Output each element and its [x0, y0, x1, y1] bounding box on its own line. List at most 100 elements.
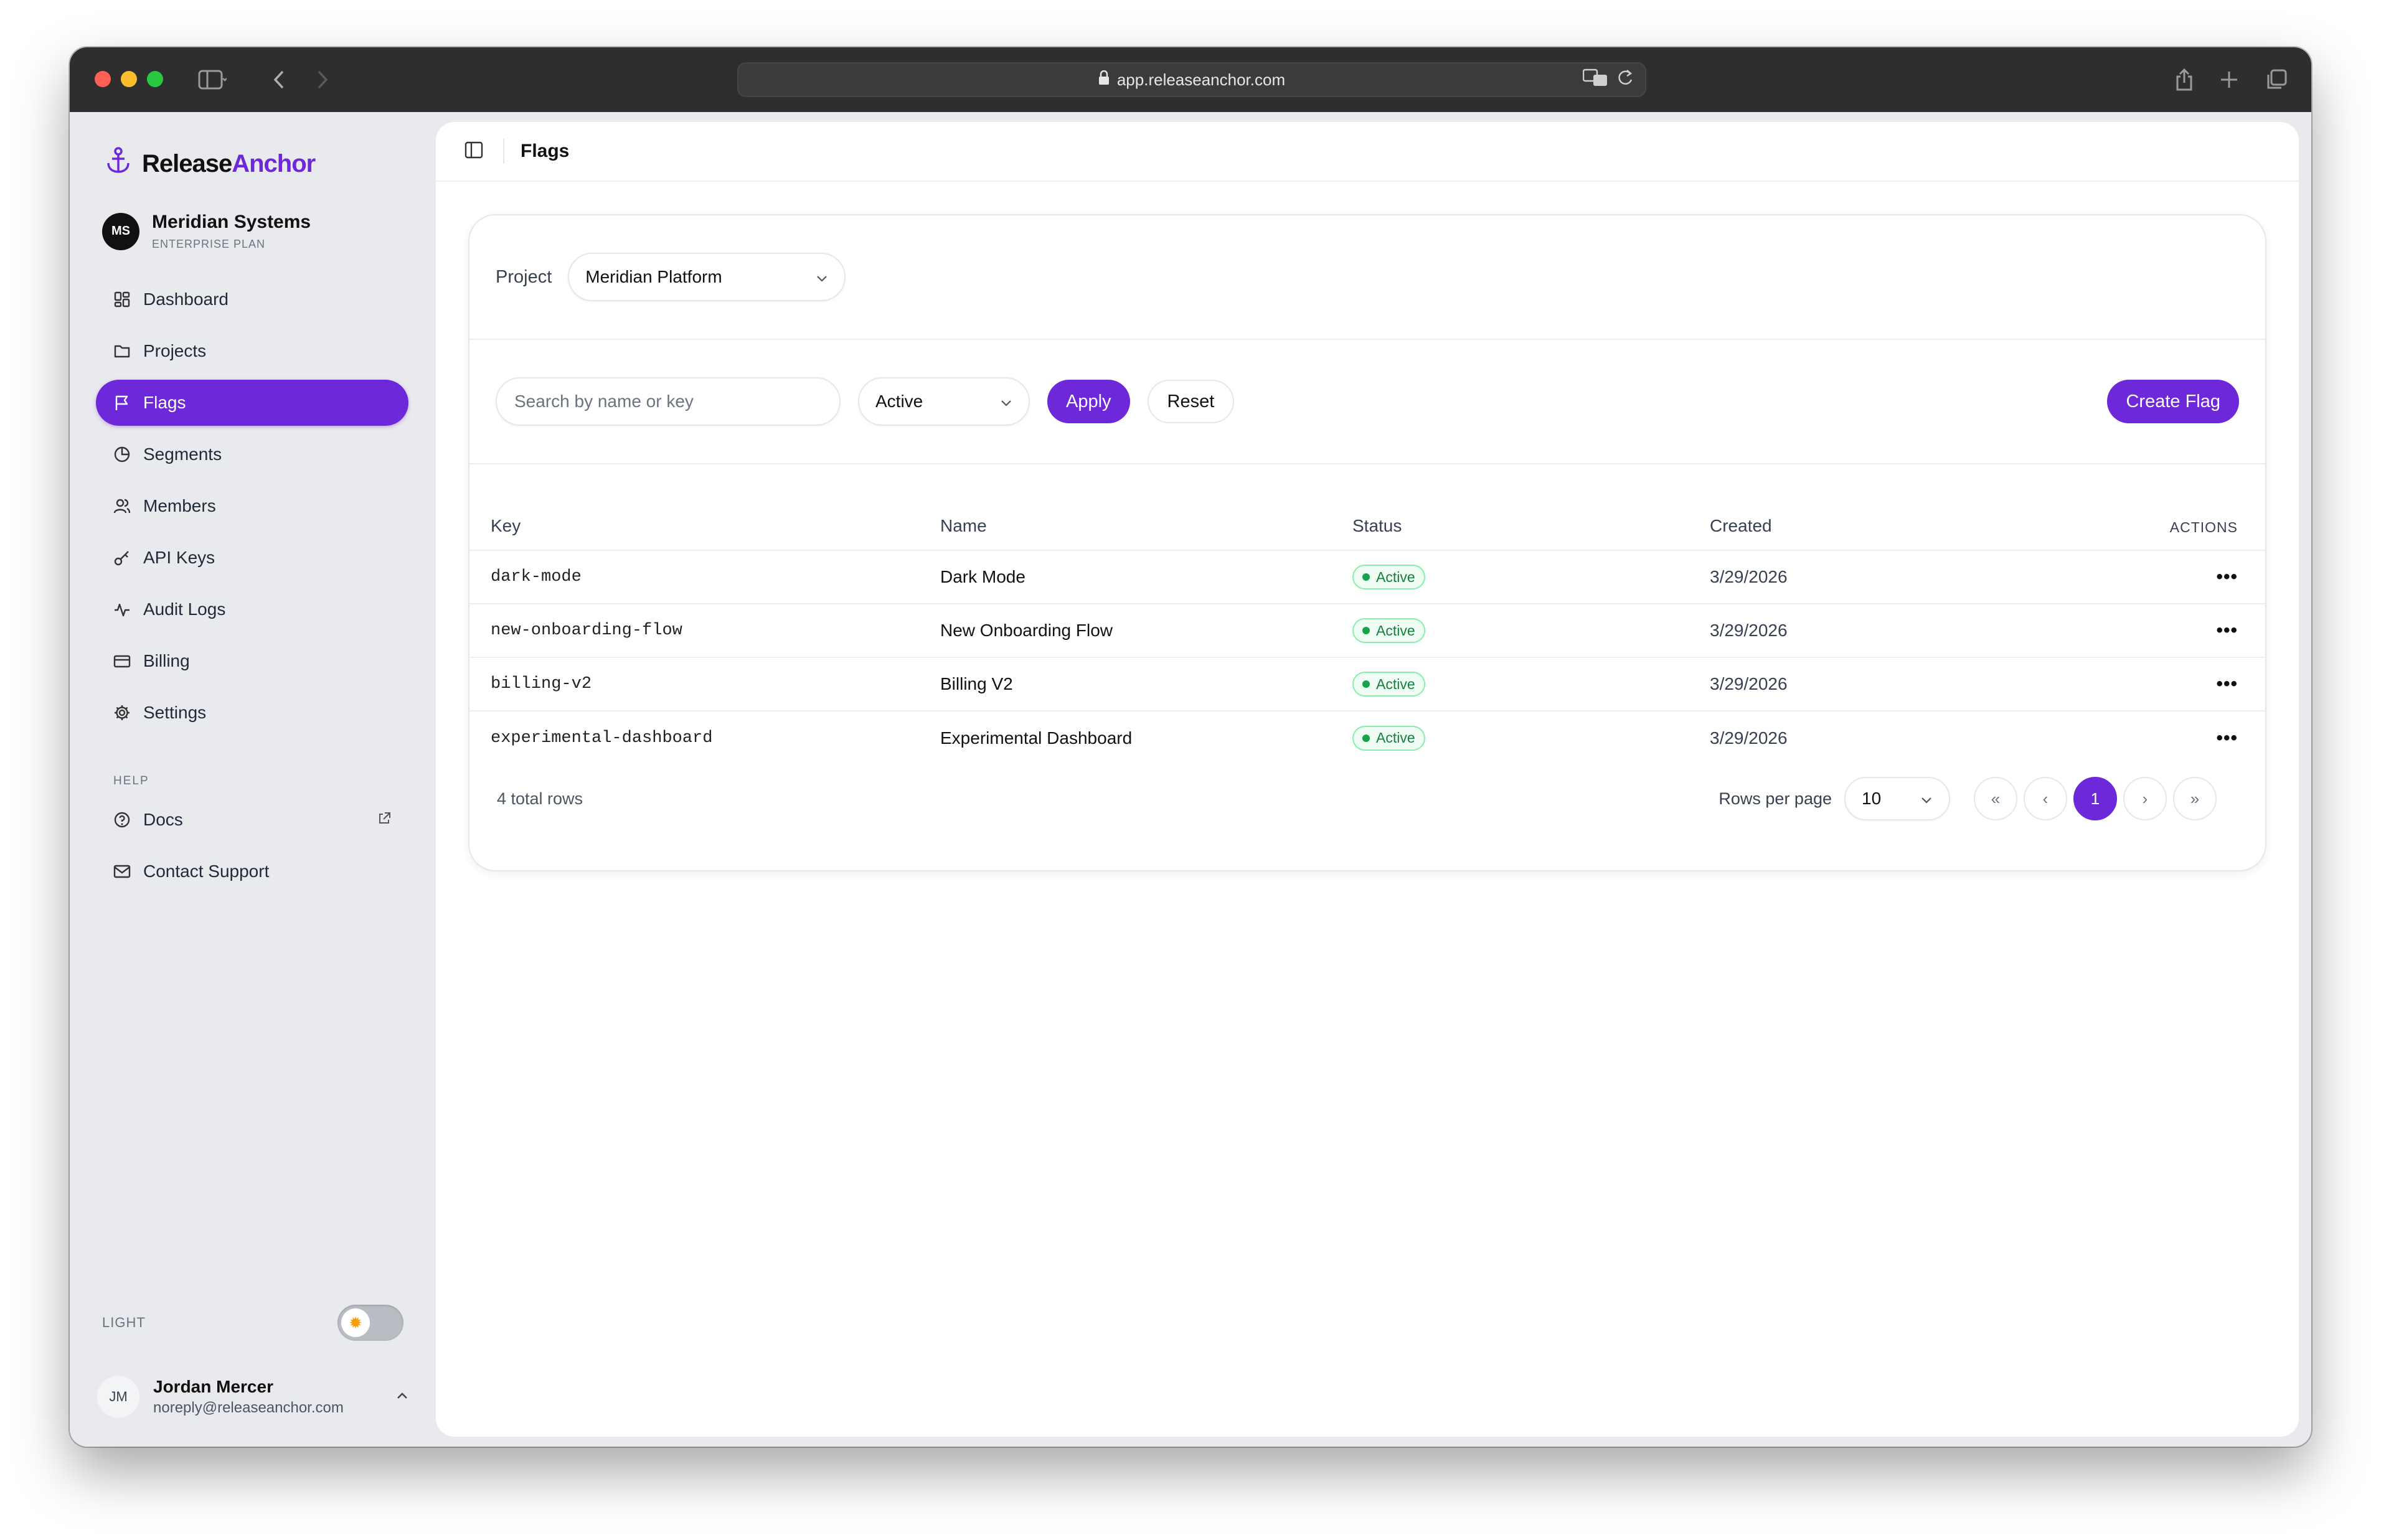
pie-chart-icon	[112, 444, 132, 464]
close-window-button[interactable]	[95, 71, 111, 87]
column-header-actions: ACTIONS	[1958, 464, 2265, 551]
panel-toggle-icon[interactable]	[464, 141, 483, 162]
avatar: JM	[97, 1376, 139, 1418]
table-row[interactable]: billing-v2 Billing V2 Active 3/29/2026 •…	[469, 657, 2265, 711]
breadcrumb: Flags	[521, 141, 570, 161]
sidebar-item-api-keys[interactable]: API Keys	[96, 535, 408, 581]
mail-icon	[112, 862, 132, 881]
sidebar-item-members[interactable]: Members	[96, 483, 408, 529]
sidebar-item-settings[interactable]: Settings	[96, 690, 408, 736]
status-badge: Active	[1352, 618, 1425, 643]
sun-icon: ✹	[341, 1308, 370, 1337]
reset-button[interactable]: Reset	[1147, 380, 1235, 423]
external-link-icon	[377, 810, 391, 830]
minimize-window-button[interactable]	[121, 71, 137, 87]
apply-button[interactable]: Apply	[1047, 380, 1130, 423]
sidebar-item-contact-support[interactable]: Contact Support	[96, 848, 408, 894]
share-icon[interactable]	[2171, 66, 2198, 93]
users-icon	[112, 496, 132, 516]
flag-created: 3/29/2026	[1710, 657, 1959, 711]
project-filter-row: Project Meridian Platform	[469, 215, 2265, 340]
status-select[interactable]: Active	[858, 377, 1030, 426]
more-actions-icon[interactable]: •••	[2216, 728, 2238, 748]
more-actions-icon[interactable]: •••	[2216, 620, 2238, 641]
sidebar-item-flags[interactable]: Flags	[96, 380, 408, 426]
flag-created: 3/29/2026	[1710, 728, 1788, 748]
create-flag-button[interactable]: Create Flag	[2107, 380, 2239, 423]
prev-page-button[interactable]: ‹	[2024, 777, 2067, 820]
browser-window: app.releaseanchor.com ReleaseAnchor MS M…	[70, 47, 2311, 1447]
sidebar-item-label: Contact Support	[143, 862, 270, 881]
sidebar-item-label: Docs	[143, 810, 183, 829]
status-badge: Active	[1352, 725, 1425, 751]
anchor-icon	[106, 147, 131, 181]
back-icon[interactable]	[266, 66, 291, 93]
rows-per-page-select[interactable]: 10	[1844, 777, 1950, 820]
maximize-window-button[interactable]	[147, 71, 163, 87]
help-circle-icon	[112, 810, 132, 830]
sidebar-item-audit-logs[interactable]: Audit Logs	[96, 586, 408, 632]
flag-key: dark-mode	[469, 550, 940, 604]
next-page-button[interactable]: ›	[2123, 777, 2167, 820]
rows-per-page-label: Rows per page	[1719, 789, 1832, 808]
org-switcher[interactable]: MS Meridian Systems ENTERPRISE PLAN	[102, 212, 311, 251]
project-select[interactable]: Meridian Platform	[568, 253, 846, 301]
sidebar-nav: Dashboard Projects Flags Segments Member…	[96, 276, 408, 741]
rows-per-page-value: 10	[1862, 789, 1882, 808]
project-select-value: Meridian Platform	[585, 267, 722, 286]
table-row[interactable]: experimental-dashboard Experimental Dash…	[469, 711, 2265, 764]
sidebar-item-projects[interactable]: Projects	[96, 328, 408, 374]
flag-name: Dark Mode	[940, 550, 1352, 604]
status-select-value: Active	[875, 392, 923, 411]
lock-icon	[1098, 70, 1110, 90]
sidebar-item-billing[interactable]: Billing	[96, 638, 408, 684]
current-page-button[interactable]: 1	[2073, 777, 2117, 820]
reload-icon[interactable]	[1616, 68, 1634, 92]
sidebar-item-label: Dashboard	[143, 289, 229, 309]
page-header: Flags	[436, 122, 2299, 182]
column-header-name[interactable]: Name	[940, 464, 1352, 551]
last-page-button[interactable]: »	[2173, 777, 2217, 820]
theme-toggle[interactable]: ✹	[337, 1305, 403, 1341]
table-row[interactable]: new-onboarding-flow New Onboarding Flow …	[469, 604, 2265, 658]
sidebar-item-segments[interactable]: Segments	[96, 431, 408, 477]
url-text: app.releaseanchor.com	[1116, 70, 1286, 89]
translate-icon[interactable]	[1582, 68, 1608, 92]
sidebar-item-label: API Keys	[143, 548, 215, 567]
tab-overview-icon[interactable]	[2263, 66, 2290, 93]
table-row[interactable]: dark-mode Dark Mode Active 3/29/2026 •••	[469, 550, 2265, 604]
column-header-created[interactable]: Created	[1710, 464, 1959, 551]
brand-logo[interactable]: ReleaseAnchor	[106, 147, 316, 181]
activity-icon	[112, 599, 132, 619]
chevron-up-icon	[396, 1391, 408, 1403]
forward-icon[interactable]	[310, 66, 335, 93]
column-header-key[interactable]: Key	[469, 464, 940, 551]
status-badge: Active	[1352, 565, 1425, 589]
more-actions-icon[interactable]: •••	[2216, 566, 2238, 587]
flag-created: 3/29/2026	[1710, 550, 1959, 604]
more-actions-icon[interactable]: •••	[2216, 674, 2238, 694]
sidebar-item-label: Settings	[143, 703, 207, 722]
sidebar-item-label: Billing	[143, 651, 190, 670]
org-plan: ENTERPRISE PLAN	[152, 238, 266, 250]
address-bar[interactable]: app.releaseanchor.com	[737, 62, 1646, 97]
sidebar-item-docs[interactable]: Docs	[96, 797, 408, 843]
search-input[interactable]	[496, 377, 841, 426]
help-section-label: HELP	[113, 774, 149, 787]
main-panel: Flags Project Meridian Platform Active A…	[436, 122, 2299, 1437]
sidebar-item-label: Projects	[143, 341, 207, 360]
sidebar: ReleaseAnchor MS Meridian Systems ENTERP…	[70, 112, 436, 1447]
first-page-button[interactable]: «	[1974, 777, 2017, 820]
flag-name: New Onboarding Flow	[940, 604, 1352, 658]
column-header-status[interactable]: Status	[1352, 464, 1710, 551]
flag-name: Experimental Dashboard	[940, 728, 1133, 748]
sidebar-item-label: Flags	[143, 393, 186, 412]
sidebar-item-label: Segments	[143, 444, 222, 464]
user-menu[interactable]: JM Jordan Mercer noreply@releaseanchor.c…	[97, 1376, 408, 1418]
help-nav: Docs Contact Support	[96, 797, 408, 900]
sidebar-item-dashboard[interactable]: Dashboard	[96, 276, 408, 322]
project-label: Project	[496, 266, 552, 287]
new-tab-icon[interactable]	[2215, 66, 2243, 93]
sidebar-toggle-icon[interactable]	[191, 66, 234, 93]
search-filter-row: Active Apply Reset Create Flag	[469, 340, 2265, 464]
